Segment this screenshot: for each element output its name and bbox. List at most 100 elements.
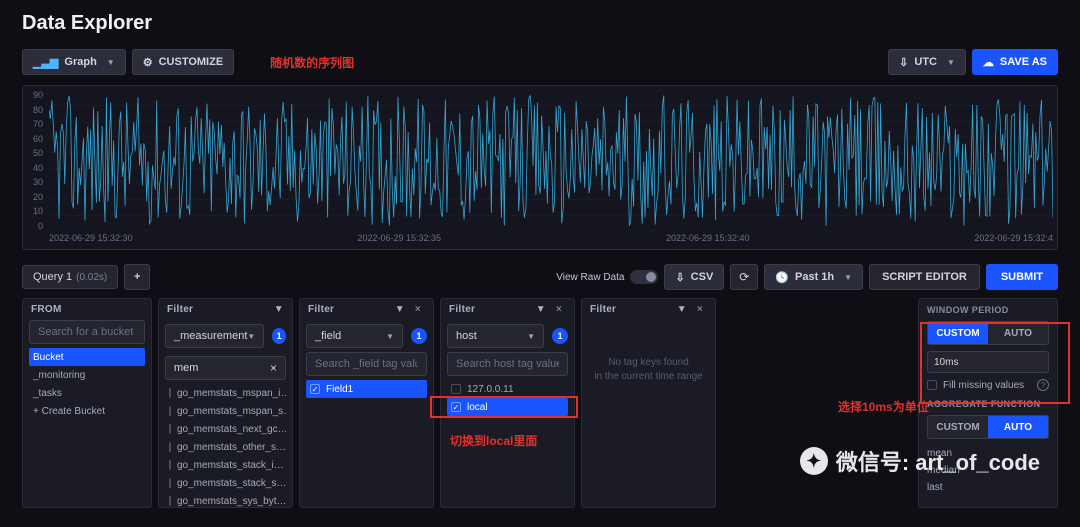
timezone-selector[interactable]: ⇩ UTC ▼ bbox=[888, 49, 966, 75]
filter-key-selector[interactable]: _measurement ▼ bbox=[165, 324, 264, 348]
agg-custom-button[interactable]: CUSTOM bbox=[928, 416, 988, 438]
bucket-item[interactable]: _tasks bbox=[29, 384, 145, 402]
agg-auto-button[interactable]: AUTO bbox=[988, 416, 1048, 438]
chevron-down-icon[interactable]: ▼ bbox=[395, 304, 405, 315]
empty-line1: No tag keys found bbox=[582, 356, 715, 370]
query-tab-label: Query 1 bbox=[33, 271, 72, 283]
filter-panel-measurement: Filter ▼ _measurement ▼ 1 mem × go_memst… bbox=[158, 298, 293, 508]
empty-tags-message: No tag keys found in the current time ra… bbox=[582, 356, 715, 384]
window-custom-button[interactable]: CUSTOM bbox=[928, 322, 988, 344]
refresh-button[interactable]: ⟳ bbox=[730, 264, 758, 290]
window-period-input[interactable] bbox=[927, 351, 1049, 373]
filter-value-text: mem bbox=[174, 362, 198, 374]
host-search-input[interactable] bbox=[447, 352, 568, 376]
view-type-selector[interactable]: ▁▃▆ Graph ▼ bbox=[22, 49, 126, 75]
close-icon[interactable]: × bbox=[411, 304, 425, 315]
aggregate-mode: CUSTOM AUTO bbox=[927, 415, 1049, 439]
measurement-item[interactable]: go_memstats_stack_s… bbox=[165, 474, 286, 492]
window-period-title: WINDOW PERIOD bbox=[927, 305, 1049, 315]
chevron-down-icon: ▼ bbox=[527, 332, 535, 341]
info-icon[interactable]: ? bbox=[1037, 379, 1049, 391]
script-editor-button[interactable]: SCRIPT EDITOR bbox=[869, 264, 980, 290]
aggregate-item[interactable]: last bbox=[927, 479, 1049, 496]
close-icon[interactable]: × bbox=[552, 304, 566, 315]
download-icon: ⇩ bbox=[675, 271, 684, 284]
y-tick: 30 bbox=[27, 177, 43, 187]
bucket-search-input[interactable] bbox=[29, 320, 145, 344]
filter-key-selector[interactable]: host ▼ bbox=[447, 324, 544, 348]
query-bar: Query 1 (0.02s) + View Raw Data ⇩ CSV ⟳ … bbox=[0, 260, 1080, 298]
csv-label: CSV bbox=[691, 271, 714, 283]
chart-panel: 90 80 70 60 50 40 30 20 10 0 2022-06-29 … bbox=[22, 85, 1058, 250]
chevron-down-icon[interactable]: ▼ bbox=[677, 304, 687, 315]
filter-key-label: host bbox=[456, 330, 477, 342]
x-tick: 2022-06-29 15:32:40 bbox=[666, 233, 750, 247]
measurement-item[interactable]: go_memstats_stack_i… bbox=[165, 456, 286, 474]
filter-title: Filter bbox=[308, 304, 334, 315]
time-range-selector[interactable]: 🕓 Past 1h ▼ bbox=[764, 264, 863, 290]
chart-area[interactable] bbox=[49, 90, 1053, 231]
measurement-item[interactable]: go_memstats_mspan_i… bbox=[165, 384, 286, 402]
host-item[interactable]: 127.0.0.11 bbox=[447, 380, 568, 398]
field-search-input[interactable] bbox=[306, 352, 427, 376]
filter-key-selector[interactable]: _field ▼ bbox=[306, 324, 403, 348]
filter-panel-empty: Filter ▼ × No tag keys found in the curr… bbox=[581, 298, 716, 508]
x-tick: 2022-06-29 15:32:30 bbox=[49, 233, 133, 247]
y-tick: 50 bbox=[27, 148, 43, 158]
measurement-item[interactable]: go_memstats_next_gc… bbox=[165, 420, 286, 438]
bucket-item[interactable]: + Create Bucket bbox=[29, 402, 145, 420]
save-icon: ☁ bbox=[983, 56, 994, 69]
filter-key-label: _measurement bbox=[174, 330, 247, 342]
filter-value-input[interactable]: mem × bbox=[165, 356, 286, 380]
measurement-item[interactable]: go_memstats_mspan_s… bbox=[165, 402, 286, 420]
close-icon[interactable]: × bbox=[693, 304, 707, 315]
field-item[interactable]: ✓Field1 bbox=[306, 380, 427, 398]
filter-header: Filter ▼ × bbox=[300, 299, 433, 320]
chevron-down-icon: ▼ bbox=[386, 332, 394, 341]
measurement-list: go_memstats_mspan_i…go_memstats_mspan_s…… bbox=[159, 384, 292, 507]
host-item[interactable]: ✓local bbox=[447, 398, 568, 416]
csv-button[interactable]: ⇩ CSV bbox=[664, 264, 724, 290]
chevron-down-icon[interactable]: ▼ bbox=[536, 304, 546, 315]
bucket-item[interactable]: _monitoring bbox=[29, 366, 145, 384]
y-tick: 10 bbox=[27, 206, 43, 216]
filter-panel-field: Filter ▼ × _field ▼ 1 ✓Field1 bbox=[299, 298, 434, 508]
query-builder: FROM Bucket_monitoring_tasks+ Create Buc… bbox=[0, 298, 1080, 508]
options-panel: WINDOW PERIOD CUSTOM AUTO Fill missing v… bbox=[918, 298, 1058, 508]
measurement-item[interactable]: go_memstats_sys_byt… bbox=[165, 492, 286, 507]
y-tick: 90 bbox=[27, 90, 43, 100]
query-tab[interactable]: Query 1 (0.02s) bbox=[22, 265, 118, 289]
page-title: Data Explorer bbox=[0, 0, 1080, 43]
view-raw-toggle[interactable] bbox=[630, 270, 658, 284]
bucket-item[interactable]: Bucket bbox=[29, 348, 145, 366]
time-range-label: Past 1h bbox=[795, 271, 834, 283]
chart-y-axis: 90 80 70 60 50 40 30 20 10 0 bbox=[27, 90, 43, 231]
query-tab-time: (0.02s) bbox=[76, 272, 107, 283]
checkbox-icon[interactable] bbox=[927, 380, 937, 390]
measurement-item[interactable]: go_memstats_other_s… bbox=[165, 438, 286, 456]
filter-key-label: _field bbox=[315, 330, 341, 342]
close-icon[interactable]: × bbox=[270, 361, 277, 375]
aggregate-item[interactable]: median bbox=[927, 462, 1049, 479]
aggregate-item[interactable]: mean bbox=[927, 445, 1049, 462]
view-type-label: Graph bbox=[64, 56, 96, 68]
annotation-top: 随机数的序列图 bbox=[270, 54, 354, 71]
save-as-button[interactable]: ☁ SAVE AS bbox=[972, 49, 1058, 75]
chevron-down-icon: ▼ bbox=[947, 58, 955, 67]
add-query-button[interactable]: + bbox=[124, 264, 150, 290]
chart-icon: ▁▃▆ bbox=[33, 56, 58, 69]
empty-line2: in the current time range bbox=[582, 370, 715, 384]
chevron-down-icon[interactable]: ▼ bbox=[274, 304, 284, 315]
window-auto-button[interactable]: AUTO bbox=[988, 322, 1048, 344]
customize-button[interactable]: ⚙ CUSTOMIZE bbox=[132, 49, 234, 75]
submit-button[interactable]: SUBMIT bbox=[986, 264, 1058, 290]
filter-count-badge: 1 bbox=[411, 328, 427, 344]
y-tick: 80 bbox=[27, 105, 43, 115]
top-toolbar: ▁▃▆ Graph ▼ ⚙ CUSTOMIZE 随机数的序列图 ⇩ UTC ▼ … bbox=[0, 43, 1080, 85]
from-header: FROM bbox=[23, 299, 151, 320]
filter-count-badge: 1 bbox=[552, 328, 568, 344]
y-tick: 40 bbox=[27, 163, 43, 173]
fill-missing-row[interactable]: Fill missing values ? bbox=[927, 379, 1049, 391]
y-tick: 60 bbox=[27, 134, 43, 144]
filter-header: Filter ▼ × bbox=[441, 299, 574, 320]
